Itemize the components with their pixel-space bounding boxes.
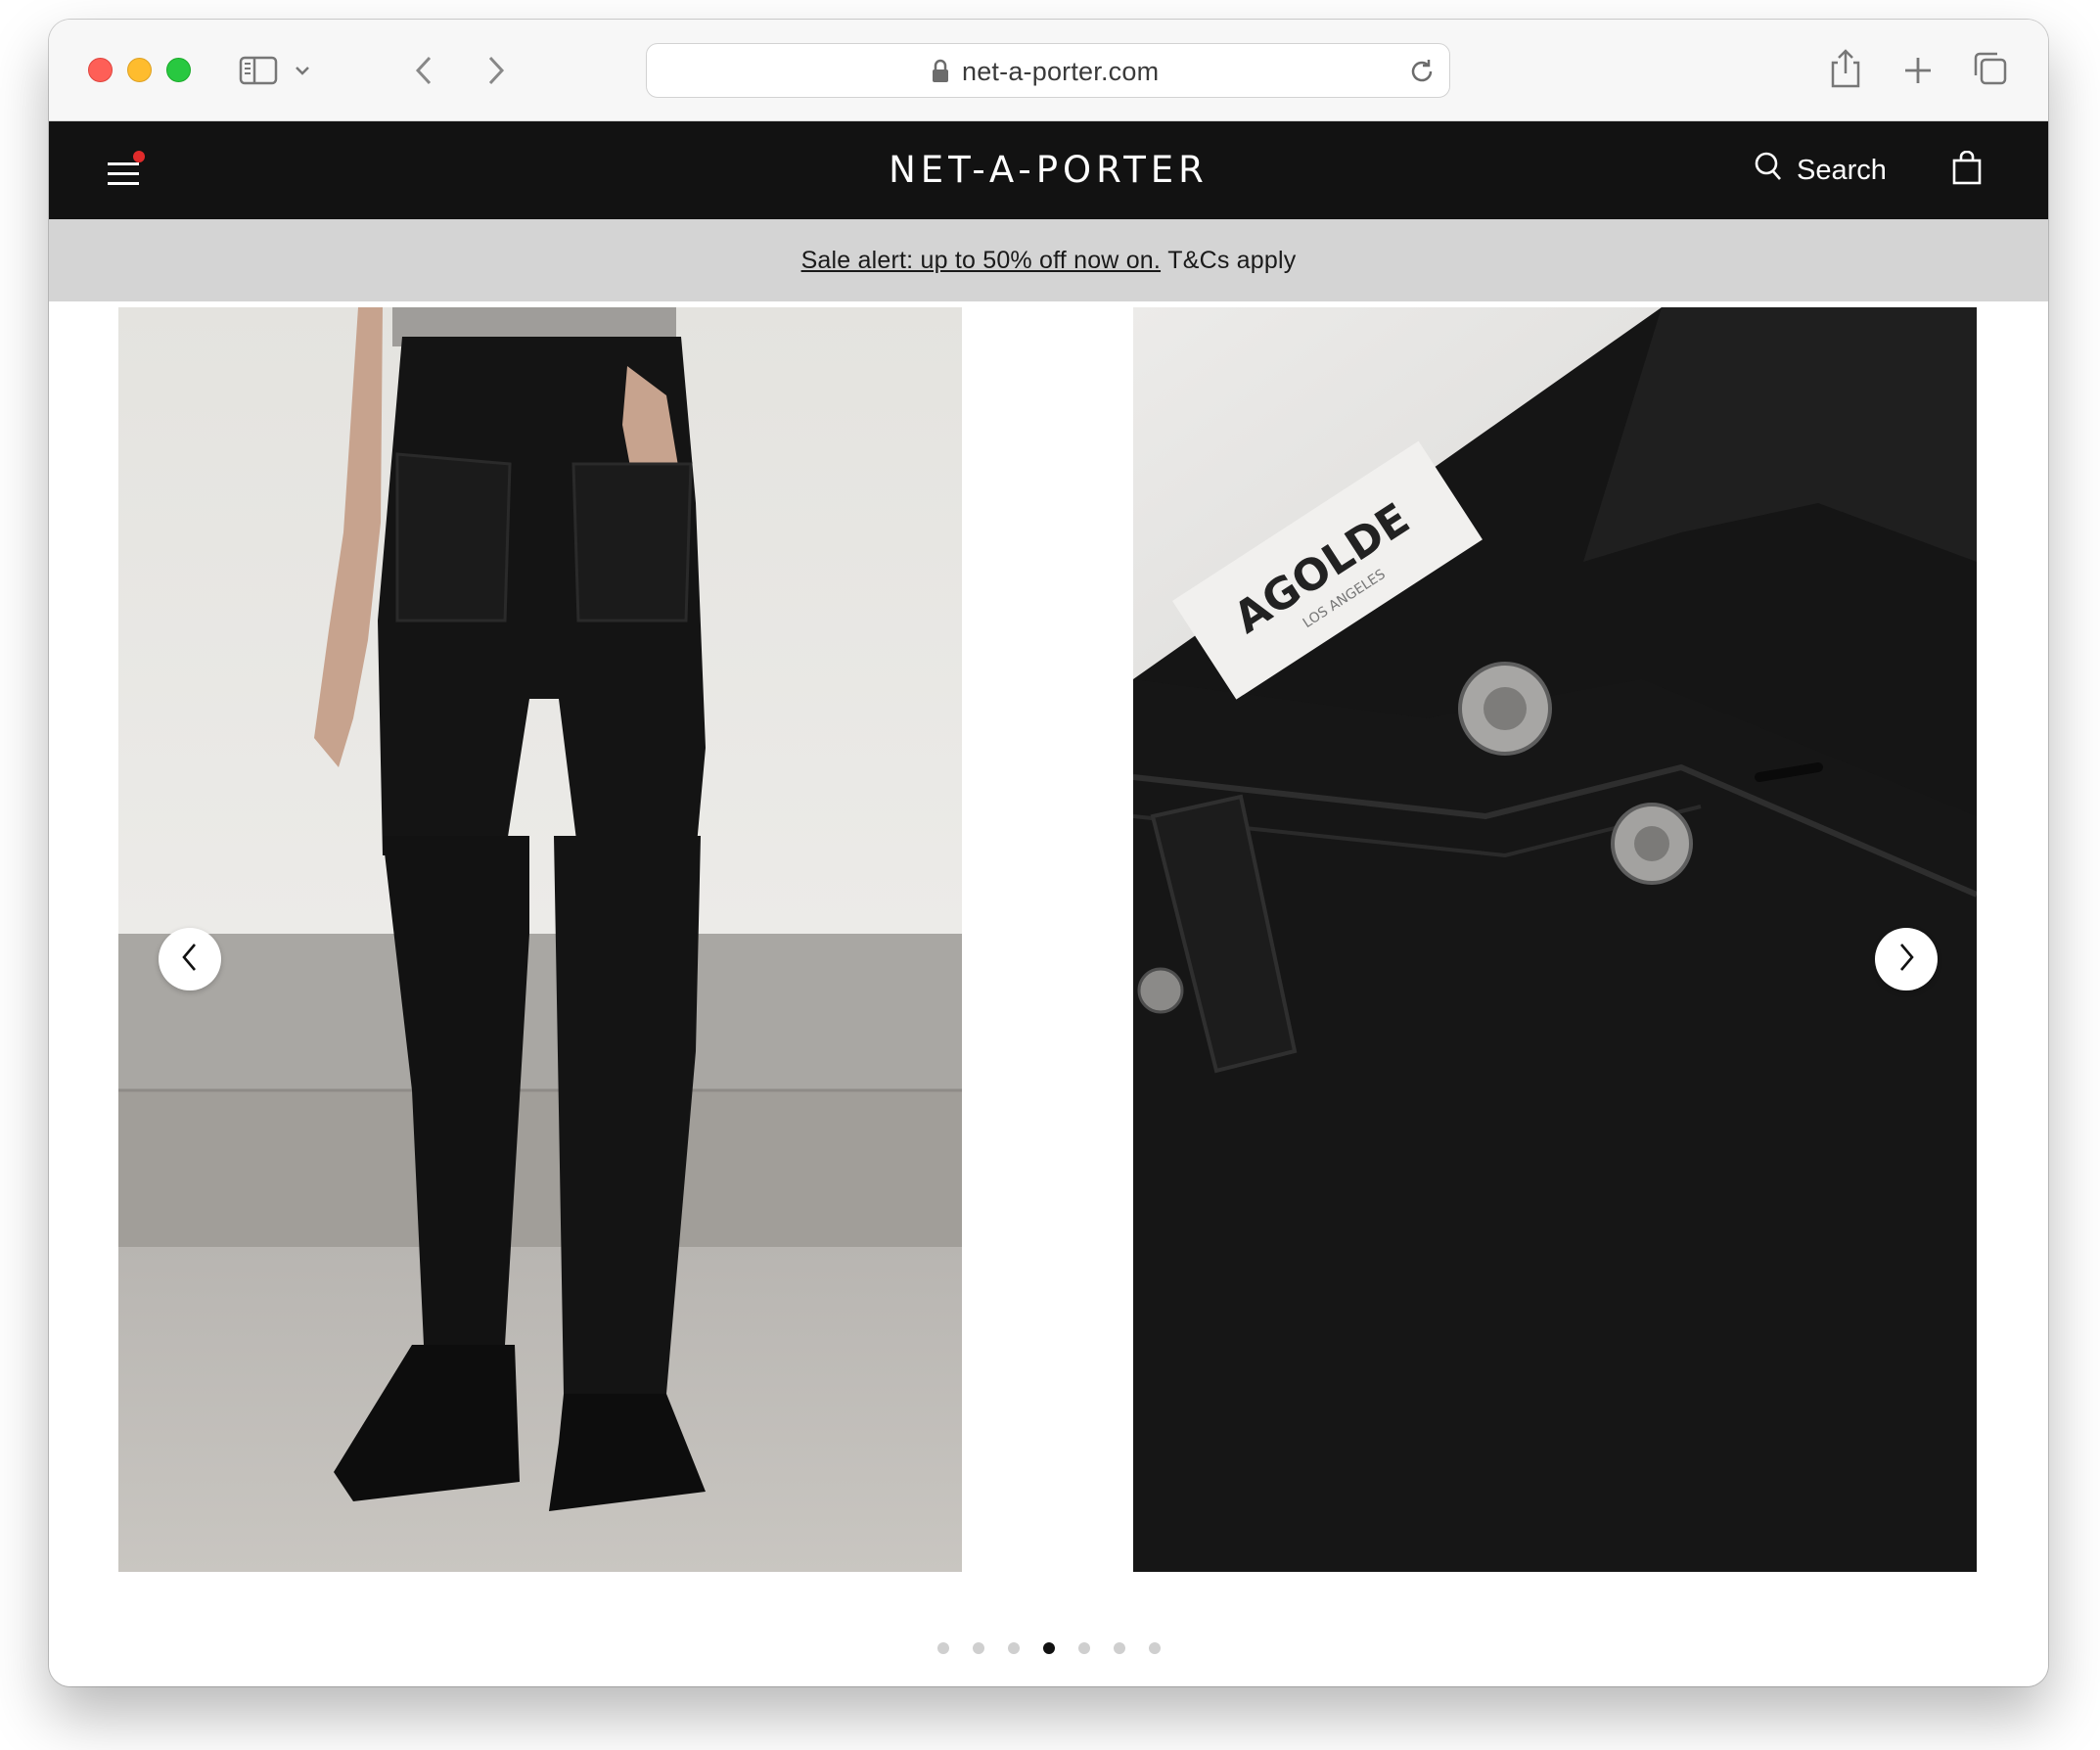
back-icon[interactable] — [409, 51, 438, 90]
carousel-dot[interactable] — [972, 1642, 984, 1654]
carousel-dot[interactable] — [1148, 1642, 1161, 1654]
site-header: NET-A-PORTER Search — [49, 121, 2048, 219]
forward-icon[interactable] — [481, 51, 511, 90]
sidebar-toggle-icon[interactable] — [238, 53, 279, 88]
sale-alert-link[interactable]: Sale alert: up to 50% off now on. — [801, 247, 1162, 275]
sale-banner: Sale alert: up to 50% off now on. T&Cs a… — [49, 219, 2048, 301]
lock-icon — [931, 59, 950, 89]
tcs-text: T&Cs apply — [1167, 246, 1297, 274]
close-window-button[interactable] — [88, 58, 113, 82]
browser-window: net-a-porter.com NET-A-PORTER Search Sal… — [49, 20, 2048, 1686]
desktop: net-a-porter.com NET-A-PORTER Search Sal… — [0, 0, 2100, 1750]
jeans-waistband-closeup-image: AGOLDE LOS ANGELES — [1133, 307, 1977, 1572]
search-label: Search — [1797, 154, 1887, 186]
next-image-button[interactable] — [1875, 928, 1938, 990]
carousel-dot[interactable] — [1113, 1642, 1125, 1654]
address-bar[interactable]: net-a-porter.com — [646, 43, 1450, 98]
minimize-window-button[interactable] — [127, 58, 152, 82]
previous-image-button[interactable] — [159, 928, 221, 990]
zoom-window-button[interactable] — [166, 58, 191, 82]
chevron-down-icon[interactable] — [290, 59, 315, 82]
carousel-dot-active[interactable] — [1042, 1642, 1055, 1654]
chevron-left-icon — [179, 942, 201, 978]
carousel-dot[interactable] — [936, 1642, 949, 1654]
site-logo[interactable]: NET-A-PORTER — [49, 149, 2048, 191]
jeans-back-view-image — [118, 307, 962, 1572]
browser-toolbar: net-a-porter.com — [49, 20, 2048, 121]
search-button[interactable]: Search — [1754, 151, 1887, 190]
reload-icon[interactable] — [1406, 56, 1438, 92]
carousel-dot[interactable] — [1077, 1642, 1090, 1654]
chevron-right-icon — [1895, 942, 1917, 978]
shopping-bag-icon[interactable] — [1951, 150, 1983, 191]
product-gallery: AGOLDE LOS ANGELES — [49, 301, 2048, 1686]
share-icon[interactable] — [1828, 45, 1863, 92]
url-text: net-a-porter.com — [962, 57, 1160, 86]
carousel-pagination — [49, 1642, 2048, 1654]
carousel-dot[interactable] — [1007, 1642, 1020, 1654]
tab-overview-icon[interactable] — [1971, 49, 2010, 88]
new-tab-icon[interactable] — [1900, 53, 1936, 88]
search-icon — [1754, 151, 1783, 190]
